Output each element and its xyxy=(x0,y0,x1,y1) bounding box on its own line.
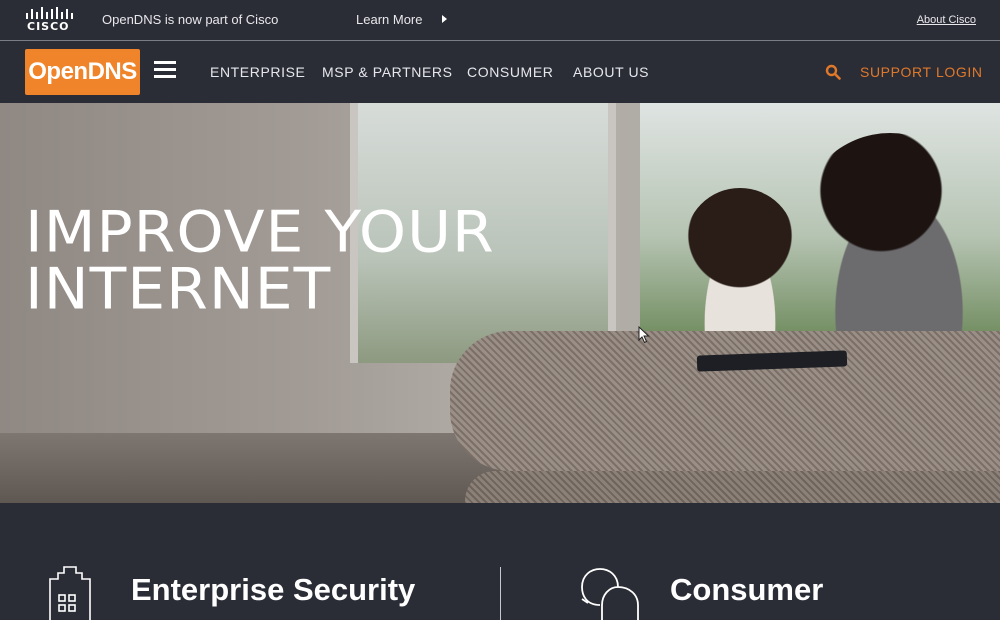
hero-title-line-2: INTERNET xyxy=(25,256,332,323)
enterprise-security-title[interactable]: Enterprise Security xyxy=(131,572,415,608)
nav-about-us[interactable]: ABOUT US xyxy=(573,64,649,80)
hero-title-line-1: IMPROVE YOUR xyxy=(25,199,495,266)
chat-bubbles-icon xyxy=(581,568,639,620)
hero-title: IMPROVE YOUR INTERNET xyxy=(25,204,545,318)
building-icon xyxy=(49,566,91,620)
cisco-top-bar: CISCO OpenDNS is now part of Cisco Learn… xyxy=(0,0,1000,41)
product-cards: Enterprise Security Consumer xyxy=(0,503,1000,620)
hero-cushion-lower xyxy=(465,471,1000,503)
main-nav: OpenDNS ENTERPRISE MSP & PARTNERS CONSUM… xyxy=(0,41,1000,103)
hamburger-icon[interactable] xyxy=(154,61,176,79)
nav-support[interactable]: SUPPORT xyxy=(860,64,932,80)
nav-msp-partners[interactable]: MSP & PARTNERS xyxy=(322,64,453,80)
cisco-announcement: OpenDNS is now part of Cisco xyxy=(102,12,279,27)
hero-mother-figure xyxy=(800,133,980,363)
card-divider xyxy=(500,567,501,620)
learn-more-link[interactable]: Learn More xyxy=(356,12,422,27)
search-icon[interactable] xyxy=(825,64,841,80)
nav-enterprise[interactable]: ENTERPRISE xyxy=(210,64,305,80)
cisco-wordmark: CISCO xyxy=(27,20,70,33)
hero-cushion xyxy=(450,331,1000,471)
nav-consumer[interactable]: CONSUMER xyxy=(467,64,553,80)
hero-banner: IMPROVE YOUR INTERNET xyxy=(0,103,1000,503)
about-cisco-link[interactable]: About Cisco xyxy=(917,14,976,26)
mouse-cursor-icon xyxy=(638,326,650,344)
consumer-title[interactable]: Consumer xyxy=(670,572,823,608)
nav-login[interactable]: LOGIN xyxy=(936,64,983,80)
triangle-right-icon xyxy=(442,15,447,23)
opendns-logo[interactable]: OpenDNS xyxy=(25,49,140,95)
